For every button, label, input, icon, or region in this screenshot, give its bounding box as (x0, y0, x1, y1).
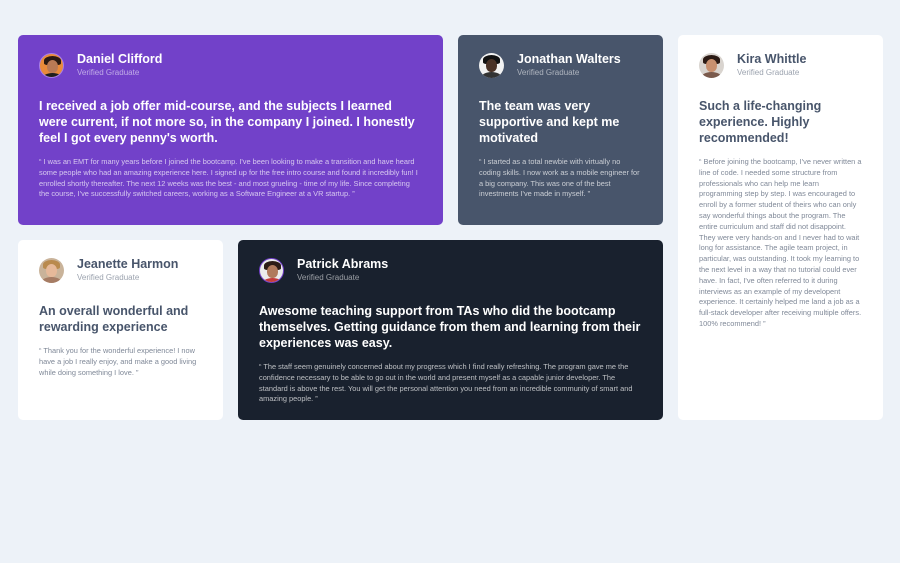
testimonial-card-patrick: Patrick Abrams Verified Graduate Awesome… (238, 240, 663, 420)
avatar (259, 257, 284, 283)
testimonial-card-daniel: Daniel Clifford Verified Graduate I rece… (18, 35, 443, 225)
avatar (39, 52, 64, 78)
testimonials-grid: Daniel Clifford Verified Graduate I rece… (18, 35, 883, 420)
testimonial-headline: I received a job offer mid-course, and t… (39, 99, 415, 145)
testimonial-card-jonathan: Jonathan Walters Verified Graduate The t… (458, 35, 663, 225)
testimonial-quote: “ I was an EMT for many years before I j… (39, 157, 418, 199)
avatar (699, 52, 724, 78)
card-header: Daniel Clifford Verified Graduate (39, 52, 422, 78)
testimonial-card-jeanette: Jeanette Harmon Verified Graduate An ove… (18, 240, 223, 420)
author-name: Daniel Clifford (77, 52, 163, 66)
testimonial-headline: Such a life-changing experience. Highly … (699, 99, 822, 145)
testimonial-card-kira: Kira Whittle Verified Graduate Such a li… (678, 35, 883, 420)
card-header: Jeanette Harmon Verified Graduate (39, 257, 202, 283)
testimonial-quote: “ The staff seem genuinely concerned abo… (259, 362, 633, 404)
author-status: Verified Graduate (517, 68, 580, 77)
testimonial-quote: “ I started as a total newbie with virtu… (479, 157, 640, 199)
author-name: Patrick Abrams (297, 257, 389, 271)
card-header: Kira Whittle Verified Graduate (699, 52, 862, 78)
author-name: Jonathan Walters (517, 52, 621, 66)
testimonial-headline: Awesome teaching support from TAs who di… (259, 304, 641, 350)
testimonial-headline: The team was very supportive and kept me… (479, 99, 620, 145)
author-name: Kira Whittle (737, 52, 807, 66)
author-status: Verified Graduate (77, 273, 140, 282)
author-status: Verified Graduate (77, 68, 140, 77)
author-status: Verified Graduate (737, 68, 800, 77)
testimonial-headline: An overall wonderful and rewarding exper… (39, 304, 189, 334)
card-header: Patrick Abrams Verified Graduate (259, 257, 642, 283)
testimonial-quote: “ Thank you for the wonderful experience… (39, 346, 197, 377)
testimonial-quote: “ Before joining the bootcamp, I've neve… (699, 157, 862, 328)
author-status: Verified Graduate (297, 273, 360, 282)
avatar (39, 257, 64, 283)
avatar (479, 52, 504, 78)
card-header: Jonathan Walters Verified Graduate (479, 52, 642, 78)
author-name: Jeanette Harmon (77, 257, 179, 271)
